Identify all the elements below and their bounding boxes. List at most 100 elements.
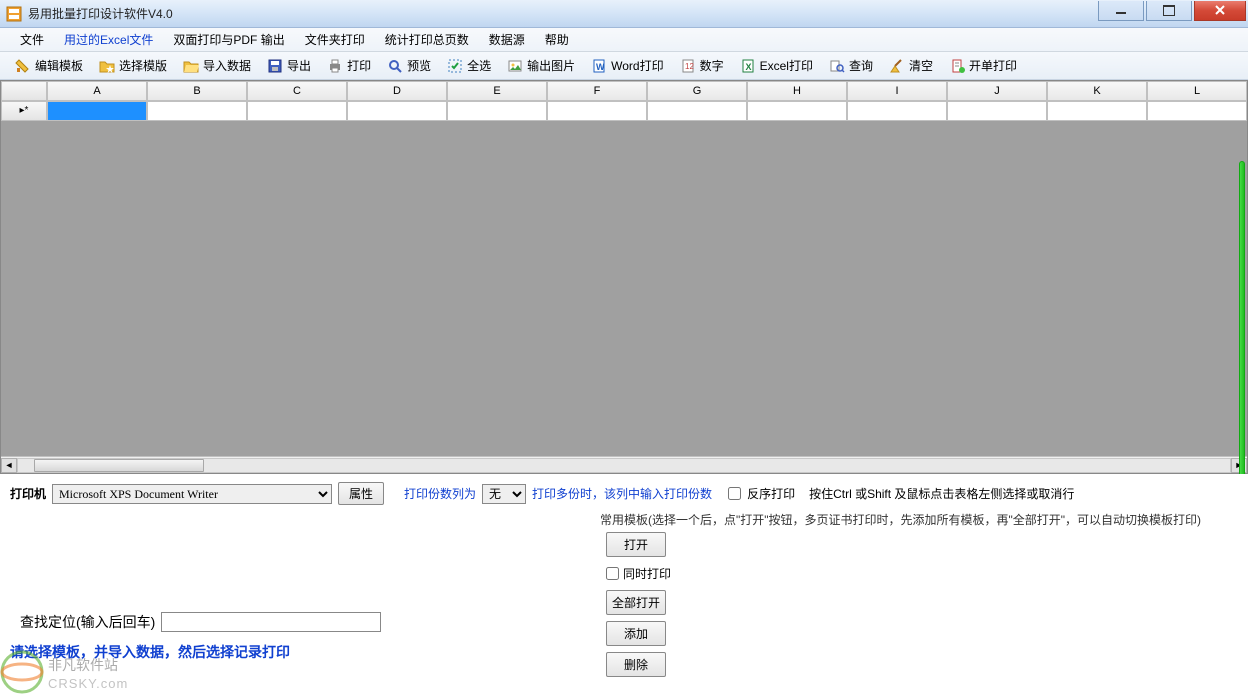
toolbar-label: 选择模版 <box>119 57 167 74</box>
column-header-K[interactable]: K <box>1047 81 1147 101</box>
lower-split: 查找定位(输入后回车) 请选择模板，并导入数据，然后选择记录打印 打开 同时打印… <box>10 532 1238 694</box>
printer-icon <box>327 58 343 74</box>
menu-datasource[interactable]: 数据源 <box>479 28 535 51</box>
printer-properties-button[interactable]: 属性 <box>338 482 384 505</box>
menu-folder[interactable]: 文件夹打印 <box>295 28 375 51</box>
toolbar-label: 预览 <box>407 57 431 74</box>
open-all-button[interactable]: 全部打开 <box>606 590 666 615</box>
toolbar-label: 编辑模板 <box>35 57 83 74</box>
toolbar-label: 清空 <box>909 57 933 74</box>
toolbar-export[interactable]: 导出 <box>260 54 318 77</box>
grid-empty-area <box>1 121 1247 456</box>
toolbar-number[interactable]: 12数字 <box>673 54 731 77</box>
open-template-button[interactable]: 打开 <box>606 532 666 557</box>
delete-template-button[interactable]: 删除 <box>606 652 666 677</box>
toolbar-edit-template[interactable]: 编辑模板 <box>8 54 90 77</box>
column-header-D[interactable]: D <box>347 81 447 101</box>
copies-column-select[interactable]: 无 <box>482 484 526 504</box>
toolbar-preview[interactable]: 预览 <box>380 54 438 77</box>
printer-label: 打印机 <box>10 485 46 502</box>
title-bar: 易用批量打印设计软件V4.0 <box>0 0 1248 28</box>
toolbar-label: 全选 <box>467 57 491 74</box>
scroll-left-arrow[interactable]: ◄ <box>1 458 17 473</box>
toolbar-label: 导入数据 <box>203 57 251 74</box>
folder-open-icon <box>183 58 199 74</box>
column-header-J[interactable]: J <box>947 81 1047 101</box>
toolbar-excel-print[interactable]: XExcel打印 <box>733 54 820 77</box>
template-list[interactable] <box>680 532 1238 694</box>
minimize-button[interactable] <box>1098 1 1144 21</box>
select-all-icon <box>447 58 463 74</box>
window-controls <box>1096 1 1246 21</box>
add-template-button[interactable]: 添加 <box>606 621 666 646</box>
watermark-logo: 非凡软件站 CRSKY.com <box>0 650 160 694</box>
cell-L1[interactable] <box>1147 101 1247 121</box>
toolbar-query[interactable]: 查询 <box>822 54 880 77</box>
receipt-icon <box>949 58 965 74</box>
cell-H1[interactable] <box>747 101 847 121</box>
toolbar: 编辑模板 选择模版 导入数据 导出打印 预览 全选输出图片WWord打印12数字XExce… <box>0 52 1248 80</box>
toolbar-open-print[interactable]: 开单打印 <box>942 54 1024 77</box>
printer-select[interactable]: Microsoft XPS Document Writer <box>52 484 332 504</box>
pencil-icon <box>15 58 31 74</box>
grid-row-1[interactable]: ▸* <box>1 101 1247 121</box>
cell-B1[interactable] <box>147 101 247 121</box>
cell-K1[interactable] <box>1047 101 1147 121</box>
cell-C1[interactable] <box>247 101 347 121</box>
scroll-thumb[interactable] <box>34 459 204 472</box>
menu-duplex[interactable]: 双面打印与PDF 输出 <box>163 28 294 51</box>
cell-F1[interactable] <box>547 101 647 121</box>
toolbar-label: 开单打印 <box>969 57 1017 74</box>
copies-hint: 打印多份时，该列中输入打印份数 <box>532 485 712 502</box>
grid-corner[interactable] <box>1 81 47 101</box>
toolbar-clear[interactable]: 清空 <box>882 54 940 77</box>
reverse-print-checkbox[interactable] <box>728 487 741 500</box>
maximize-button[interactable] <box>1146 1 1192 21</box>
data-grid[interactable]: ABCDEFGHIJKL ▸* ◄ ► <box>0 80 1248 474</box>
template-buttons-column: 打开 同时打印 全部打开 添加 删除 <box>600 532 680 694</box>
column-header-C[interactable]: C <box>247 81 347 101</box>
toolbar-label: 导出 <box>287 57 311 74</box>
cell-I1[interactable] <box>847 101 947 121</box>
column-header-A[interactable]: A <box>47 81 147 101</box>
column-header-B[interactable]: B <box>147 81 247 101</box>
cell-A1[interactable] <box>47 101 147 121</box>
cell-D1[interactable] <box>347 101 447 121</box>
menu-file[interactable]: 文件 <box>10 28 54 51</box>
menu-stats[interactable]: 统计打印总页数 <box>375 28 479 51</box>
folder-star-icon <box>99 58 115 74</box>
bottom-panel: 打印机 Microsoft XPS Document Writer 属性 打印份… <box>0 474 1248 694</box>
menu-help[interactable]: 帮助 <box>535 28 579 51</box>
find-label: 查找定位(输入后回车) <box>20 612 155 632</box>
column-header-I[interactable]: I <box>847 81 947 101</box>
app-window: 易用批量打印设计软件V4.0 文件用过的Excel文件双面打印与PDF 输出文件… <box>0 0 1248 694</box>
column-header-H[interactable]: H <box>747 81 847 101</box>
column-header-L[interactable]: L <box>1147 81 1247 101</box>
svg-text:CRSKY.com: CRSKY.com <box>48 676 128 691</box>
simultaneous-print-checkbox[interactable] <box>606 567 619 580</box>
cell-G1[interactable] <box>647 101 747 121</box>
toolbar-output-image[interactable]: 输出图片 <box>500 54 582 77</box>
column-header-F[interactable]: F <box>547 81 647 101</box>
templates-hint: 常用模板(选择一个后，点"打开"按钮，多页证书打印时，先添加所有模板，再"全部打… <box>600 511 1238 528</box>
toolbar-select-all[interactable]: 全选 <box>440 54 498 77</box>
close-button[interactable] <box>1194 1 1246 21</box>
menu-recent[interactable]: 用过的Excel文件 <box>54 28 163 51</box>
svg-text:X: X <box>745 62 751 72</box>
right-panel: 打开 同时打印 全部打开 添加 删除 <box>600 532 1238 694</box>
svg-text:非凡软件站: 非凡软件站 <box>48 658 118 674</box>
toolbar-select-template[interactable]: 选择模版 <box>92 54 174 77</box>
column-header-G[interactable]: G <box>647 81 747 101</box>
find-input[interactable] <box>161 612 381 632</box>
scroll-track[interactable] <box>17 458 1231 473</box>
cell-J1[interactable] <box>947 101 1047 121</box>
simultaneous-print-label: 同时打印 <box>623 565 671 582</box>
cell-E1[interactable] <box>447 101 547 121</box>
horizontal-scrollbar[interactable]: ◄ ► <box>1 456 1247 473</box>
column-header-E[interactable]: E <box>447 81 547 101</box>
toolbar-word-print[interactable]: WWord打印 <box>584 54 670 77</box>
toolbar-import-data[interactable]: 导入数据 <box>176 54 258 77</box>
copies-prefix-label: 打印份数列为 <box>404 485 476 502</box>
row-indicator[interactable]: ▸* <box>1 101 47 121</box>
toolbar-print[interactable]: 打印 <box>320 54 378 77</box>
